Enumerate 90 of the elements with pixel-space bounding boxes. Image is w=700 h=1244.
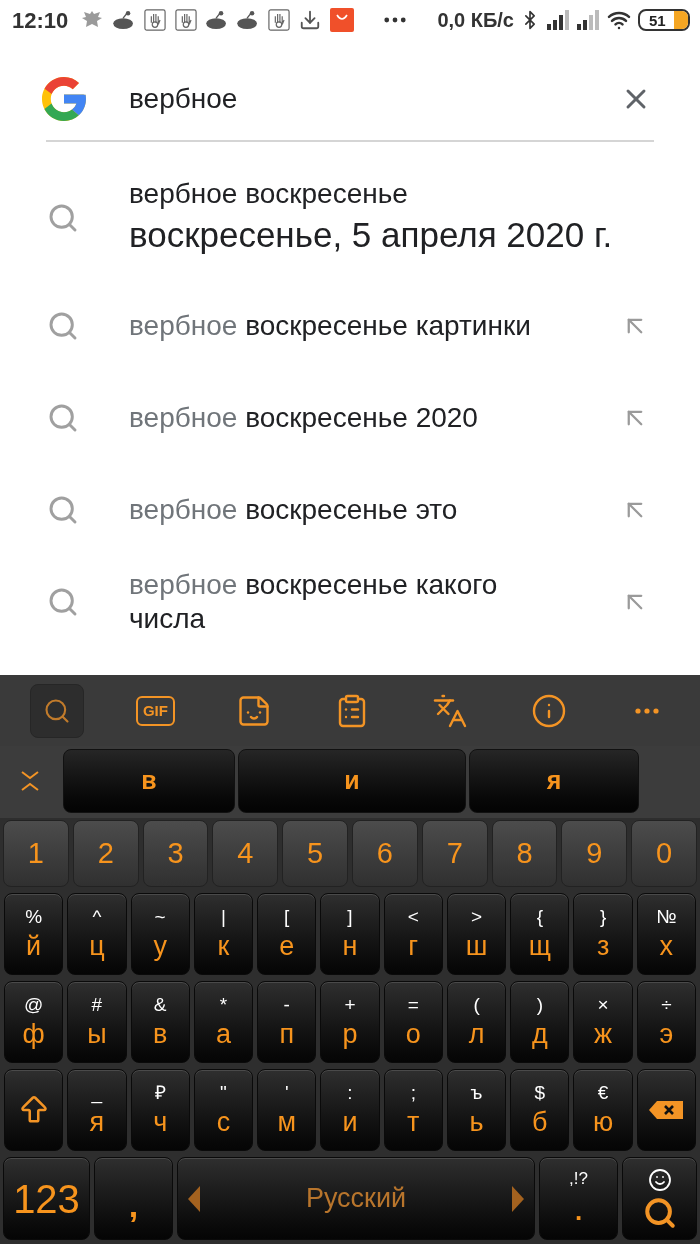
number-key[interactable]: 2 [72,820,139,887]
search-icon [47,310,79,342]
key[interactable]: - п [257,981,317,1063]
key[interactable]: ; т [383,1069,443,1151]
hand-icon [268,9,291,31]
key[interactable]: # ы [67,981,127,1063]
comma-key[interactable]: , [94,1157,173,1240]
suggestion-text[interactable]: вербное воскресенье какого числа [129,568,569,636]
alien-head-icon [206,11,229,29]
key[interactable]: € ю [573,1069,633,1151]
prediction-key[interactable]: я [469,749,639,813]
key[interactable]: $ б [510,1069,570,1151]
alien-head-icon [237,11,260,29]
key[interactable]: > ш [446,893,507,975]
key[interactable]: | к [193,893,254,975]
number-key[interactable]: 9 [561,820,628,887]
suggestion-text[interactable]: вербное воскресенье картинки [129,309,569,343]
hand-icon [144,9,167,31]
number-key[interactable]: 1 [3,820,69,887]
caret-right-icon [512,1185,524,1212]
translate-icon [432,692,469,729]
search-icon [47,494,79,526]
key[interactable]: " с [193,1069,254,1151]
suggestion-text[interactable]: вербное воскресенье 2020 [129,401,569,435]
prediction-key[interactable]: в [63,749,235,813]
logo-icon [42,77,86,121]
more-icon [634,707,659,714]
more-icon [384,17,407,23]
caret-left-icon [188,1185,200,1212]
search-input[interactable]: вербное [129,78,620,120]
gif-button[interactable]: GIF [128,683,183,738]
key[interactable]: = о [383,981,443,1063]
smiley-icon [647,1167,672,1192]
battery-indicator: 51 [638,9,690,31]
info-icon [530,692,567,729]
answer-text: воскресенье, 5 апреля 2020 г. [129,214,613,256]
backspace-key[interactable] [636,1069,696,1151]
number-key[interactable]: 6 [352,820,418,887]
shift-key[interactable] [4,1069,64,1151]
key[interactable]: { щ [510,893,570,975]
key[interactable]: < г [383,893,443,975]
key[interactable]: [ е [257,893,317,975]
key[interactable]: ÷ э [636,981,696,1063]
key[interactable]: + р [320,981,380,1063]
search-icon [47,402,79,434]
clock-time: 12:10 [12,6,69,35]
key[interactable]: % й [4,893,64,975]
alien-head-icon [113,11,136,29]
prediction-key[interactable]: и [238,749,466,813]
number-key[interactable]: 5 [282,820,348,887]
number-key[interactable]: 0 [631,820,697,887]
period-key[interactable]: ,!? . [539,1157,618,1240]
hand-icon [175,9,198,31]
key[interactable]: : и [320,1069,380,1151]
key[interactable]: ~ у [130,893,190,975]
key[interactable]: × ж [573,981,633,1063]
search-icon [43,696,72,725]
key[interactable]: ) д [510,981,570,1063]
search-icon [47,202,79,234]
number-key[interactable]: 7 [421,820,488,887]
backspace-icon [649,1101,684,1119]
key[interactable]: ( л [446,981,507,1063]
search-button[interactable] [30,683,85,738]
download-icon [299,9,322,31]
numbers-key[interactable]: 123 [3,1157,90,1240]
key[interactable]: ъ ь [446,1069,507,1151]
key[interactable]: @ ф [4,981,64,1063]
key[interactable]: № х [636,893,696,975]
number-key[interactable]: 3 [142,820,209,887]
bag-app-icon [330,8,355,32]
network-speed: 0,0 КБ/с [437,8,514,33]
key[interactable]: } з [573,893,633,975]
key[interactable]: ] н [320,893,380,975]
number-key[interactable]: 8 [491,820,558,887]
signal-icon [546,10,570,30]
space-key[interactable]: Русский [177,1157,535,1240]
search-key[interactable] [622,1157,697,1240]
search-icon [642,1195,677,1230]
suggestion-text[interactable]: вербное воскресенье [129,177,613,211]
number-key[interactable]: 4 [212,820,279,887]
suggestion-text[interactable]: вербное воскресенье это [129,493,569,527]
key[interactable]: ₽ ч [130,1069,190,1151]
key[interactable]: ' м [257,1069,317,1151]
signal-icon [576,10,600,30]
search-icon [47,586,79,618]
key[interactable]: ^ ц [67,893,127,975]
key[interactable]: _ я [67,1069,127,1151]
collapse-icon[interactable] [20,770,40,792]
key[interactable]: & в [130,981,190,1063]
key[interactable]: * а [193,981,254,1063]
